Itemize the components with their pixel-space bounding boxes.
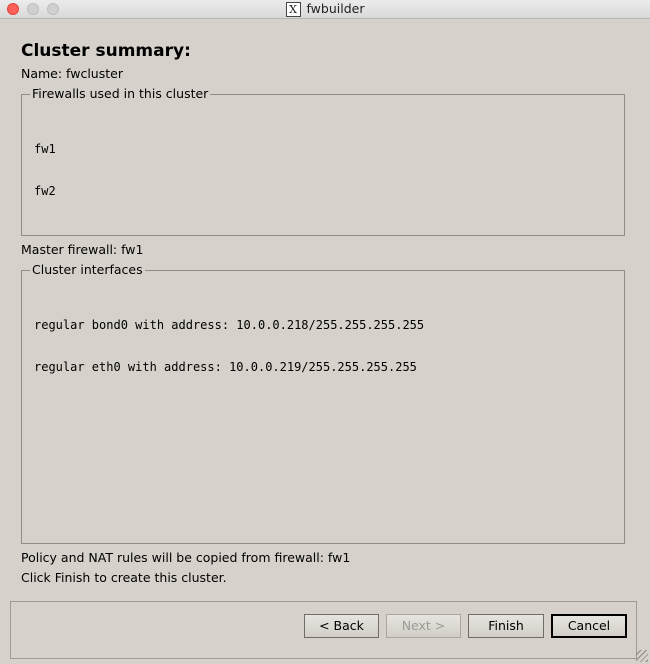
interface-item: regular eth0 with address: 10.0.0.219/25… [34, 360, 417, 374]
resize-grip-icon[interactable] [636, 650, 648, 662]
firewall-item: fw2 [34, 184, 56, 198]
window-title-area: Xfwbuilder [0, 1, 650, 17]
finish-hint-label: Click Finish to create this cluster. [21, 570, 227, 585]
x11-icon: X [285, 2, 301, 17]
interfaces-list: regular bond0 with address: 10.0.0.218/2… [34, 290, 424, 402]
firewalls-groupbox: Firewalls used in this cluster fw1 fw2 [21, 86, 625, 236]
interface-item: regular bond0 with address: 10.0.0.218/2… [34, 318, 425, 332]
cluster-name-label: Name: fwcluster [21, 66, 123, 81]
finish-button[interactable]: Finish [468, 614, 544, 638]
interfaces-groupbox-title: Cluster interfaces [30, 262, 145, 278]
firewall-item: fw1 [34, 142, 56, 156]
master-firewall-label: Master firewall: fw1 [21, 242, 144, 257]
page-title: Cluster summary: [21, 41, 191, 61]
interfaces-groupbox: Cluster interfaces regular bond0 with ad… [21, 262, 625, 544]
policy-copy-label: Policy and NAT rules will be copied from… [21, 550, 351, 565]
cancel-button[interactable]: Cancel [551, 614, 627, 638]
back-button[interactable]: < Back [304, 614, 379, 638]
title-bar: Xfwbuilder [0, 0, 650, 19]
firewalls-list: fw1 fw2 [34, 114, 63, 226]
firewalls-groupbox-title: Firewalls used in this cluster [30, 86, 211, 102]
window-title: fwbuilder [306, 1, 365, 16]
next-button[interactable]: Next > [386, 614, 461, 638]
